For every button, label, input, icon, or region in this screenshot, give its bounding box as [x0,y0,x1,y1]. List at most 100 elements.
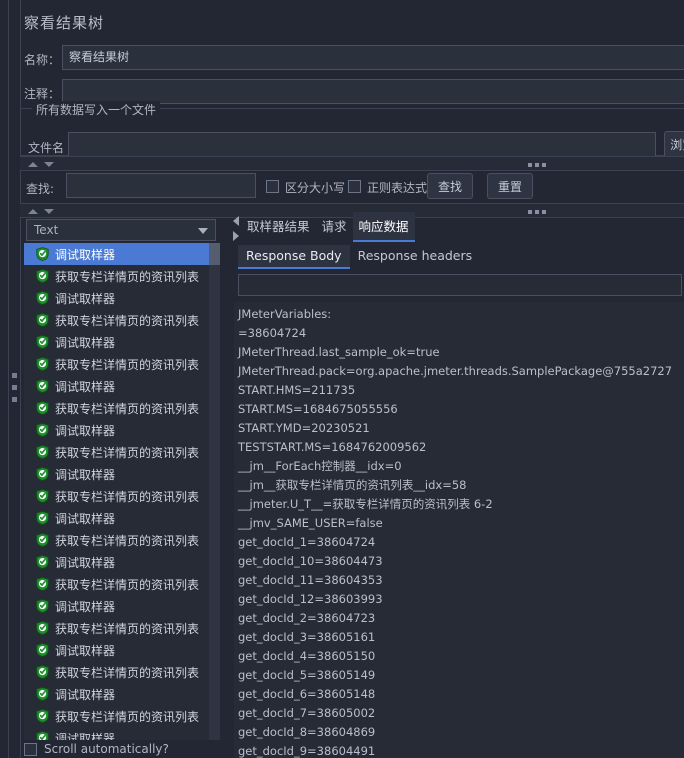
result-tree-item[interactable]: 获取专栏详情页的资讯列表 [24,265,220,287]
result-tree-item-label: 获取专栏详情页的资讯列表 [55,313,200,328]
page-title: 察看结果树 [24,14,105,32]
response-line: get_docId_11=38604353 [238,573,383,587]
result-tree-item[interactable]: 获取专栏详情页的资讯列表 [24,441,220,463]
result-tabs[interactable]: 取样器结果 请求 响应数据 [241,212,415,242]
chevron-down-icon [198,228,208,234]
tab-scroll-arrows[interactable] [232,212,241,246]
comment-label: 注释： [24,87,61,101]
response-line: __jm__ForEach控制器__idx=0 [238,459,402,473]
scroll-automatically-row[interactable]: Scroll automatically? [24,742,169,756]
tab-scroll-right-icon[interactable] [233,231,239,241]
result-tree-item[interactable]: 获取专栏详情页的资讯列表 [24,309,220,331]
status-ok-shield-icon [36,357,49,371]
case-sensitive-checkbox[interactable] [266,180,279,193]
jmeter-view-results-tree-window: 察看结果树 名称： 察看结果树 注释： 所有数据写入一个文件 文件名 浏览...… [0,0,684,758]
result-tree-scrollbar[interactable] [209,243,220,740]
browse-button[interactable]: 浏览... [664,131,684,158]
result-tree-item-label: 获取专栏详情页的资讯列表 [55,665,200,680]
result-tree-item[interactable]: 调试取样器 [24,639,220,661]
status-ok-shield-icon [36,291,49,305]
response-search-input[interactable] [238,274,682,296]
result-tree-item[interactable]: 调试取样器 [24,419,220,441]
find-button[interactable]: 查找 [427,173,473,199]
response-line: get_docId_12=38603993 [238,592,383,606]
result-tree-item[interactable]: 获取专栏详情页的资讯列表 [24,573,220,595]
scroll-automatically-checkbox[interactable] [24,742,37,756]
result-tree-item[interactable]: 调试取样器 [24,375,220,397]
regex-checkbox[interactable] [348,180,361,193]
result-tree-item-label: 调试取样器 [55,379,116,394]
collapse-bar-top[interactable] [20,156,684,171]
result-tree-item[interactable]: 调试取样器 [24,463,220,485]
response-line: __jmv_SAME_USER=false [238,516,383,530]
tab-1[interactable]: 请求 [316,212,353,240]
status-ok-shield-icon [36,599,49,613]
collapse-down-icon[interactable] [44,162,54,167]
result-tree-item-label: 调试取样器 [55,511,116,526]
result-tree-item[interactable]: 调试取样器 [24,727,220,740]
subtab-1[interactable]: Response headers [350,245,481,269]
tab-0[interactable]: 取样器结果 [241,212,316,240]
response-line: get_docId_7=38605002 [238,706,376,720]
scroll-automatically-label: Scroll automatically? [44,742,169,756]
status-ok-shield-icon [36,445,49,459]
result-tree-item[interactable]: 调试取样器 [24,551,220,573]
response-line: get_docId_4=38605150 [238,649,376,663]
filename-input[interactable] [68,132,656,157]
tab-2[interactable]: 响应数据 [352,212,415,242]
response-line: get_docId_2=38604723 [238,611,376,625]
status-ok-shield-icon [36,511,49,525]
result-tree-item-label: 调试取样器 [55,643,116,658]
result-tree-item-label: 获取专栏详情页的资讯列表 [55,401,200,416]
vertical-split-handle[interactable] [9,218,20,758]
status-ok-shield-icon [36,489,49,503]
response-line: get_docId_9=38604491 [238,744,376,758]
result-tree-item[interactable]: 调试取样器 [24,507,220,529]
collapse-up-icon[interactable] [28,162,38,167]
result-tree-item[interactable]: 获取专栏详情页的资讯列表 [24,353,220,375]
response-line: START.YMD=20230521 [238,421,370,435]
result-tree-item[interactable]: 获取专栏详情页的资讯列表 [24,661,220,683]
result-tree-item[interactable]: 获取专栏详情页的资讯列表 [24,485,220,507]
result-tree-item[interactable]: 获取专栏详情页的资讯列表 [24,617,220,639]
result-tree-item-label: 获取专栏详情页的资讯列表 [55,269,200,284]
renderer-select[interactable]: Text [26,219,216,241]
collapse-up-icon-2[interactable] [28,209,38,214]
status-ok-shield-icon [36,687,49,701]
regex-label: 正则表达式 [367,181,428,195]
name-input[interactable]: 察看结果树 [62,45,684,70]
status-ok-shield-icon [36,533,49,547]
result-tree-item-label: 获取专栏详情页的资讯列表 [55,533,200,548]
result-tree-item[interactable]: 获取专栏详情页的资讯列表 [24,529,220,551]
result-tree-item[interactable]: 调试取样器 [24,243,220,265]
result-tree-item[interactable]: 调试取样器 [24,683,220,705]
result-tree[interactable]: 调试取样器 获取专栏详情页的资讯列表 调试取样器 获取专栏详情页的资讯列表 调试取样器获… [24,243,220,740]
result-tree-item-label: 获取专栏详情页的资讯列表 [55,621,200,636]
more-options-icon-2[interactable] [528,209,550,214]
result-tree-item-label: 获取专栏详情页的资讯列表 [55,489,200,504]
response-line: JMeterVariables: [238,307,332,321]
collapse-down-icon-2[interactable] [44,209,54,214]
tab-scroll-left-icon[interactable] [233,216,239,226]
response-line: JMeterThread.last_sample_ok=true [238,345,440,359]
filename-label: 文件名 [28,141,65,155]
result-tree-scroll-thumb[interactable] [209,243,220,265]
status-ok-shield-icon [36,247,49,261]
result-tree-item[interactable]: 调试取样器 [24,331,220,353]
result-tree-item-label: 调试取样器 [55,599,116,614]
result-tree-item[interactable]: 获取专栏详情页的资讯列表 [24,705,220,727]
find-input[interactable] [66,173,256,198]
write-all-data-to-file-title: 所有数据写入一个文件 [32,101,161,118]
subtab-0[interactable]: Response Body [238,245,350,269]
result-tree-item[interactable]: 获取专栏详情页的资讯列表 [24,397,220,419]
response-line: __jmeter.U_T__=获取专栏详情页的资讯列表 6-2 [238,497,493,511]
response-line: JMeterThread.pack=org.apache.jmeter.thre… [238,364,673,378]
result-tree-item[interactable]: 调试取样器 [24,287,220,309]
response-subtabs[interactable]: Response Body Response headers [238,245,480,269]
status-ok-shield-icon [36,269,49,283]
reset-button[interactable]: 重置 [487,173,533,199]
result-tree-item[interactable]: 调试取样器 [24,595,220,617]
response-line: START.HMS=211735 [238,383,356,397]
result-tree-item-label: 调试取样器 [55,247,116,262]
more-options-icon[interactable] [528,162,550,167]
